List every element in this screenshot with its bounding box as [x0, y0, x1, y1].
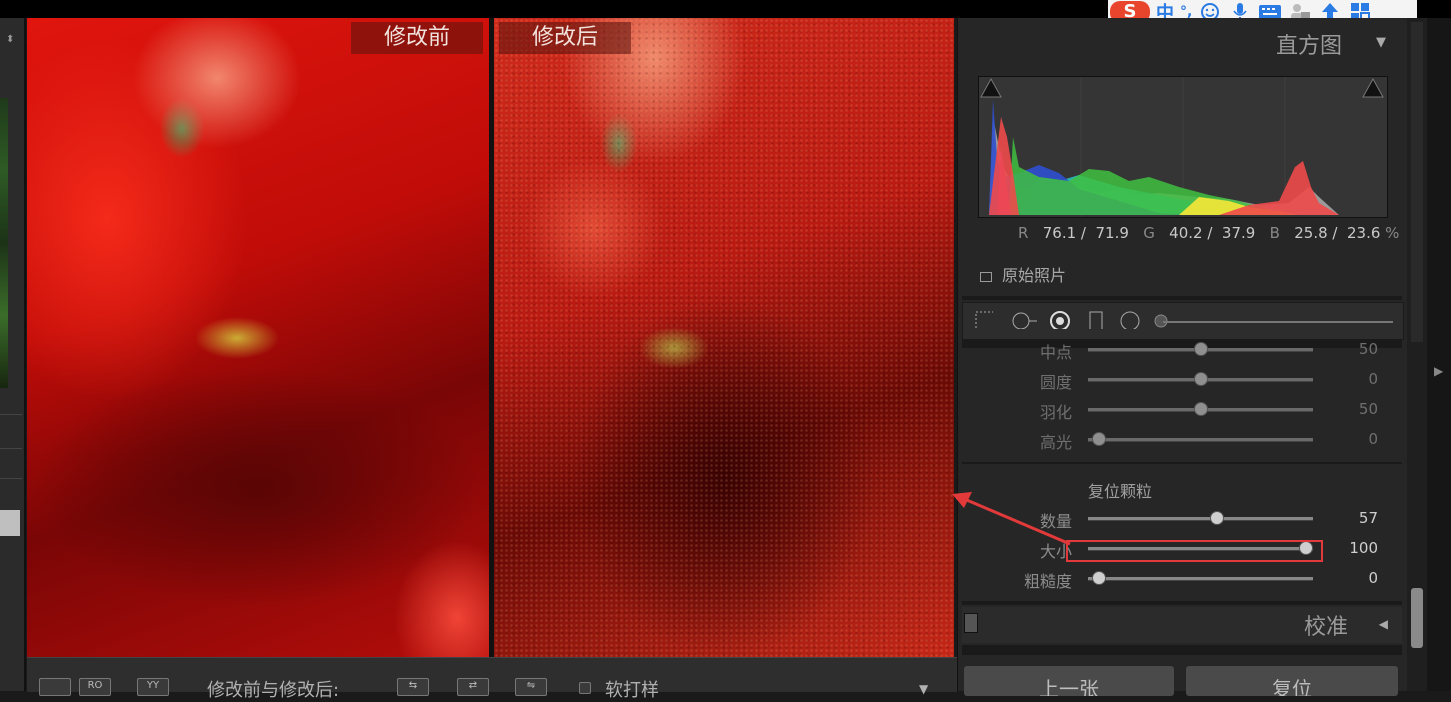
before-after-lr-button[interactable]: RO — [79, 678, 111, 696]
vignette-midpoint-row: 中点 50 — [958, 336, 1398, 364]
grain-size-value[interactable]: 100 — [1349, 539, 1378, 557]
highlight-clipping-icon — [1362, 77, 1384, 98]
toolbar-menu-icon[interactable]: ▼ — [919, 682, 928, 696]
histogram-title[interactable]: 直方图 — [1276, 28, 1342, 60]
vignette-roundness-row: 圆度 0 — [958, 366, 1398, 394]
after-label: 修改后 — [499, 22, 631, 54]
selected-item[interactable] — [0, 510, 20, 536]
radial-filter-icon[interactable] — [1119, 311, 1141, 329]
reset-button[interactable]: 复位 — [1186, 666, 1398, 696]
divider — [962, 601, 1402, 605]
softproof-label: 软打样 — [605, 680, 659, 701]
tool-slider[interactable] — [1163, 321, 1393, 323]
grain-amount-slider-knob[interactable] — [1210, 511, 1224, 525]
spot-removal-icon[interactable] — [1011, 311, 1039, 329]
roundness-value[interactable]: 0 — [1368, 370, 1378, 388]
red-eye-icon[interactable] — [1049, 311, 1071, 329]
grain-roughness-row: 粗糙度 0 — [958, 565, 1398, 593]
histogram-chart — [978, 76, 1388, 218]
highlights-slider[interactable] — [1088, 438, 1313, 442]
rgb-readout: R 76.1 / 71.9 G 40.2 / 37.9 B 25.8 / 23.… — [1018, 224, 1399, 242]
grain-overlay — [494, 18, 954, 657]
feather-slider-knob[interactable] — [1194, 402, 1208, 416]
before-label: 修改前 — [351, 22, 483, 54]
after-image: 修改后 — [494, 18, 954, 657]
divider — [962, 645, 1402, 655]
graduated-filter-icon[interactable] — [1087, 311, 1105, 329]
expand-right-panel-icon[interactable]: ▶ — [1434, 364, 1443, 378]
grain-amount-slider[interactable] — [1088, 517, 1313, 521]
calibration-title[interactable]: 校准 — [1304, 609, 1348, 641]
original-photo-checkbox[interactable] — [980, 271, 992, 282]
b-label: B — [1269, 224, 1280, 242]
grain-amount-value[interactable]: 57 — [1359, 509, 1378, 527]
adjustment-brush-icon[interactable] — [1153, 311, 1169, 329]
r-value: 76.1 / 71.9 — [1042, 224, 1129, 242]
calibration-panel-header[interactable]: 校准 ◀ — [962, 607, 1402, 643]
annotation-arrow — [952, 492, 1071, 546]
before-after-tb-button[interactable]: YY — [137, 678, 169, 696]
panel-switch[interactable] — [964, 613, 978, 633]
g-value: 40.2 / 37.9 — [1169, 224, 1256, 242]
copy-before-to-after-button[interactable]: ⇆ — [397, 678, 429, 696]
collapse-arrows-icon[interactable]: ⬍ — [6, 34, 14, 45]
loupe-view-button[interactable] — [39, 678, 71, 696]
crop-overlay-icon[interactable] — [975, 311, 993, 329]
highlights-value[interactable]: 0 — [1368, 430, 1378, 448]
divider — [962, 462, 1402, 464]
roundness-slider-knob[interactable] — [1194, 372, 1208, 386]
right-panel-scrollbar[interactable] — [1407, 18, 1427, 691]
expand-triangle-icon[interactable]: ◀ — [1379, 617, 1388, 631]
vignette-highlights-row: 高光 0 — [958, 426, 1398, 454]
copy-after-to-before-button[interactable]: ⇄ — [457, 678, 489, 696]
grain-roughness-slider[interactable] — [1088, 577, 1313, 581]
shadow-clipping-icon — [980, 77, 1002, 98]
grain-roughness-value[interactable]: 0 — [1368, 569, 1378, 587]
divider — [0, 478, 22, 479]
r-label: R — [1018, 224, 1029, 242]
grain-roughness-slider-knob[interactable] — [1092, 571, 1106, 585]
highlights-label: 高光 — [1039, 433, 1072, 452]
swap-button[interactable]: ⇋ — [515, 678, 547, 696]
roundness-label: 圆度 — [1039, 373, 1072, 392]
midpoint-value[interactable]: 50 — [1359, 340, 1378, 358]
divider — [962, 296, 1402, 300]
vignette-feather-row: 羽化 50 — [958, 396, 1398, 424]
original-photo-toggle[interactable]: 原始照片 — [980, 262, 1066, 286]
filmstrip-thumbnail[interactable] — [0, 98, 8, 388]
feather-value[interactable]: 50 — [1359, 400, 1378, 418]
scrollbar-thumb[interactable] — [1411, 588, 1423, 648]
bottom-toolbar: RO YY 修改前与修改后: ⇆ ⇄ ⇋ 软打样 ▼ — [27, 657, 957, 701]
b-value: 25.8 / 23.6 — [1294, 224, 1381, 242]
midpoint-label: 中点 — [1039, 343, 1072, 362]
tool-strip — [962, 302, 1404, 340]
divider — [0, 448, 22, 449]
original-photo-label: 原始照片 — [1002, 266, 1067, 285]
feather-label: 羽化 — [1039, 403, 1072, 422]
g-label: G — [1143, 224, 1155, 242]
grain-reset-label[interactable]: 复位颗粒 — [1088, 478, 1152, 502]
develop-right-panel: 直方图 ▼ R 76.1 / 71.9 G 40.2 / 37.9 B 25.8… — [957, 18, 1408, 696]
midpoint-slider-knob[interactable] — [1194, 342, 1208, 356]
previous-button[interactable]: 上一张 — [964, 666, 1174, 696]
annotation-highlight-box — [1066, 540, 1323, 562]
highlights-slider-knob[interactable] — [1092, 432, 1106, 446]
percent-sign: % — [1385, 224, 1400, 242]
collapse-triangle-icon[interactable]: ▼ — [1376, 35, 1386, 50]
before-image: 修改前 — [27, 18, 489, 657]
grain-roughness-label: 粗糙度 — [1023, 572, 1072, 591]
left-panel-collapsed: ⬍ — [0, 18, 26, 691]
softproof-checkbox[interactable] — [579, 682, 591, 694]
right-edge-strip: ▶ — [1427, 18, 1451, 691]
before-after-label: 修改前与修改后: — [207, 680, 340, 701]
scrollbar-track[interactable] — [1411, 22, 1423, 342]
divider — [0, 414, 22, 415]
